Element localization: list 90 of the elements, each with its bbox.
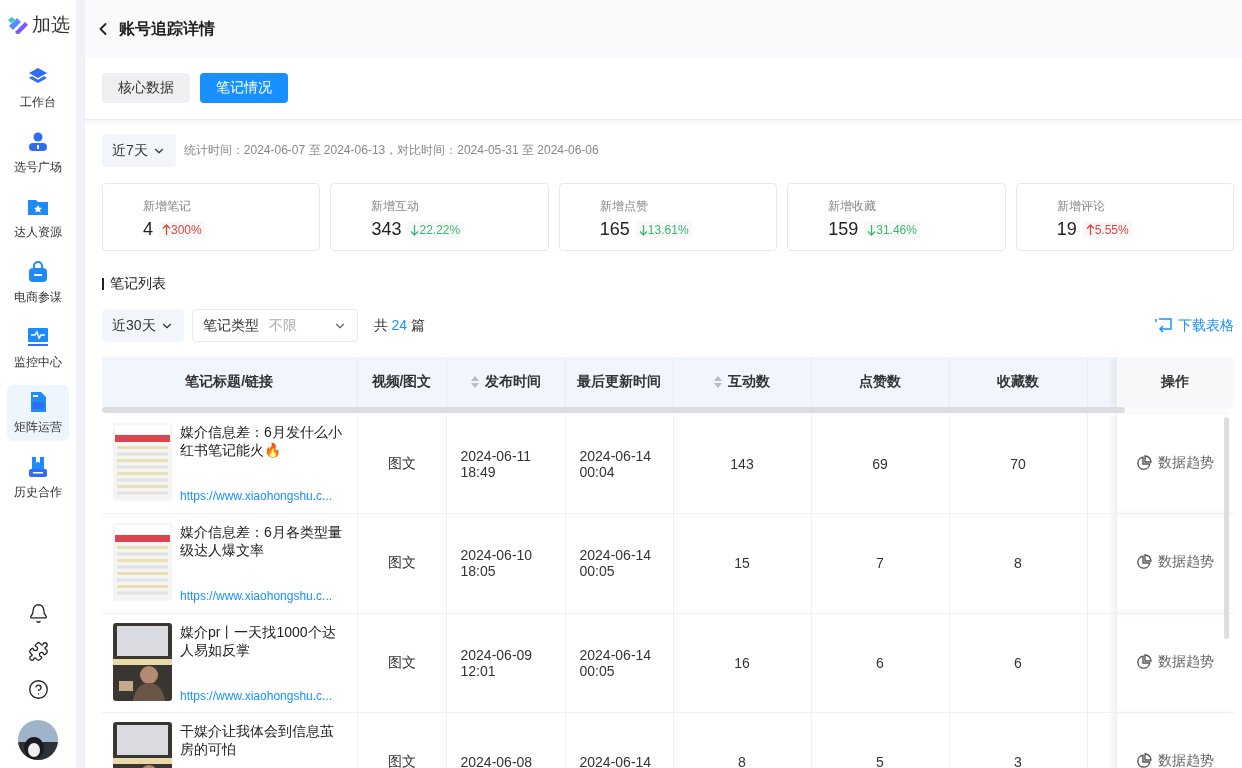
stats-period-note: 统计时间：2024-06-07 至 2024-06-13，对比时间：2024-05-31 至 2024-06-06	[183, 142, 599, 159]
table-cell: 3	[949, 712, 1087, 768]
note-title: 媒介信息差：6月各类型量级达人爆文率	[180, 523, 343, 559]
nav-item[interactable]: 矩阵运营	[7, 385, 69, 441]
table-cell: 143	[673, 414, 811, 514]
metric-label: 新增收藏	[828, 198, 878, 215]
data-trend-link[interactable]: 数据趋势	[1136, 752, 1214, 768]
period-select[interactable]: 近30天	[102, 309, 184, 342]
metric-value: 159	[828, 219, 859, 240]
column-header[interactable]: 互动数	[673, 357, 811, 407]
logo-icon	[6, 16, 29, 34]
note-type-select[interactable]: 笔记类型 不限	[191, 309, 358, 342]
data-trend-link[interactable]: 数据趋势	[1136, 453, 1214, 472]
table-cell: 16	[673, 613, 811, 713]
user-icon	[26, 130, 50, 154]
table-cell: 6	[811, 613, 949, 713]
puzzle-icon[interactable]	[27, 641, 49, 662]
table-cell: 7	[811, 513, 949, 613]
table-cell: 2024-06-09 12:01	[446, 613, 565, 713]
table-cell: 图文	[357, 613, 446, 713]
table-cell: 图文	[357, 414, 446, 514]
column-header[interactable]: 发布时间	[446, 357, 565, 407]
help-icon[interactable]	[27, 679, 49, 700]
metric-label: 新增评论	[1056, 198, 1106, 215]
monitor-icon	[26, 325, 50, 349]
column-header: 收藏数	[949, 357, 1087, 407]
page-title: 账号追踪详情	[119, 18, 215, 39]
table-cell: 8	[949, 513, 1087, 613]
book-icon	[26, 455, 50, 479]
note-count: 共 24 篇	[373, 316, 425, 335]
metric-change: 5.55%	[1082, 221, 1132, 238]
metric-change: 31.46%	[864, 221, 920, 238]
tab[interactable]: 核心数据	[102, 73, 190, 103]
nav-item[interactable]: 达人资源	[7, 190, 69, 246]
pie-chart-icon	[1136, 653, 1152, 670]
column-header: 笔记标题/链接	[102, 357, 357, 407]
metric-value: 19	[1056, 219, 1077, 240]
up-arrow-icon	[162, 223, 171, 236]
metric-change: 300%	[159, 221, 205, 238]
table-cell: 图文	[357, 513, 446, 613]
down-arrow-icon	[638, 223, 648, 236]
nav-item[interactable]: 监控中心	[7, 320, 69, 376]
table-cell: 2024-06-11 18:49	[446, 414, 565, 514]
section-title: 笔记列表	[110, 275, 166, 293]
pie-chart-icon	[1136, 554, 1152, 571]
table-cell: 8	[673, 712, 811, 768]
brand-name: 加选	[31, 13, 70, 37]
column-header: 点赞数	[811, 357, 949, 407]
column-header: 操作	[1116, 357, 1234, 407]
nav-item[interactable]: 选号广场	[7, 125, 69, 181]
table-cell: 70	[949, 414, 1087, 514]
column-header: 视频/图文	[357, 357, 446, 407]
table-cell: 2024-06-14 00:05	[565, 613, 673, 713]
table-cell: 5	[811, 712, 949, 768]
table-cell: 2024-06-14	[565, 712, 673, 768]
table-cell: 图文	[357, 712, 446, 768]
table-cell: 2024-06-14 00:04	[565, 414, 673, 514]
nav-item[interactable]: 电商参谋	[7, 255, 69, 311]
metric-value: 4	[143, 219, 153, 240]
note-title: 媒介pr丨一天找1000个达人易如反掌	[180, 622, 337, 659]
bag-icon	[26, 260, 50, 284]
pie-chart-icon	[1136, 454, 1152, 471]
table-cell: 6	[949, 613, 1087, 713]
note-title: 干媒介让我体会到信息茧房的可怕	[180, 722, 335, 758]
metric-label: 新增互动	[371, 198, 421, 215]
table-cell: 2024-06-10 18:05	[446, 513, 565, 613]
avatar[interactable]	[18, 720, 58, 760]
up-arrow-icon	[1085, 223, 1095, 236]
column-header: 最后更新时间	[565, 357, 673, 407]
data-trend-link[interactable]: 数据趋势	[1136, 652, 1214, 671]
download-icon	[1155, 318, 1172, 333]
down-arrow-icon	[410, 223, 420, 236]
period-select[interactable]: 近7天	[102, 134, 176, 167]
bell-icon[interactable]	[27, 603, 49, 624]
nav-item[interactable]: 历史合作	[7, 450, 69, 506]
metric-value: 343	[371, 219, 402, 240]
data-trend-link[interactable]: 数据趋势	[1136, 553, 1214, 572]
pie-chart-icon	[1136, 753, 1152, 768]
note-title: 媒介信息差：6月发什么小红书笔记能火🔥	[180, 423, 343, 459]
table-cell: 15	[673, 513, 811, 613]
down-arrow-icon	[867, 223, 877, 236]
metric-label: 新增点赞	[599, 198, 649, 215]
metric-label: 新增笔记	[143, 198, 192, 215]
table-cell: 2024-06-08	[446, 712, 565, 768]
table-cell: 2024-06-14 00:05	[565, 513, 673, 613]
metric-value: 165	[599, 219, 630, 240]
nav-item[interactable]: 工作台	[7, 60, 69, 116]
metric-change: 22.22%	[407, 221, 464, 238]
table-cell: 69	[811, 414, 949, 514]
metric-change: 13.61%	[635, 221, 692, 238]
